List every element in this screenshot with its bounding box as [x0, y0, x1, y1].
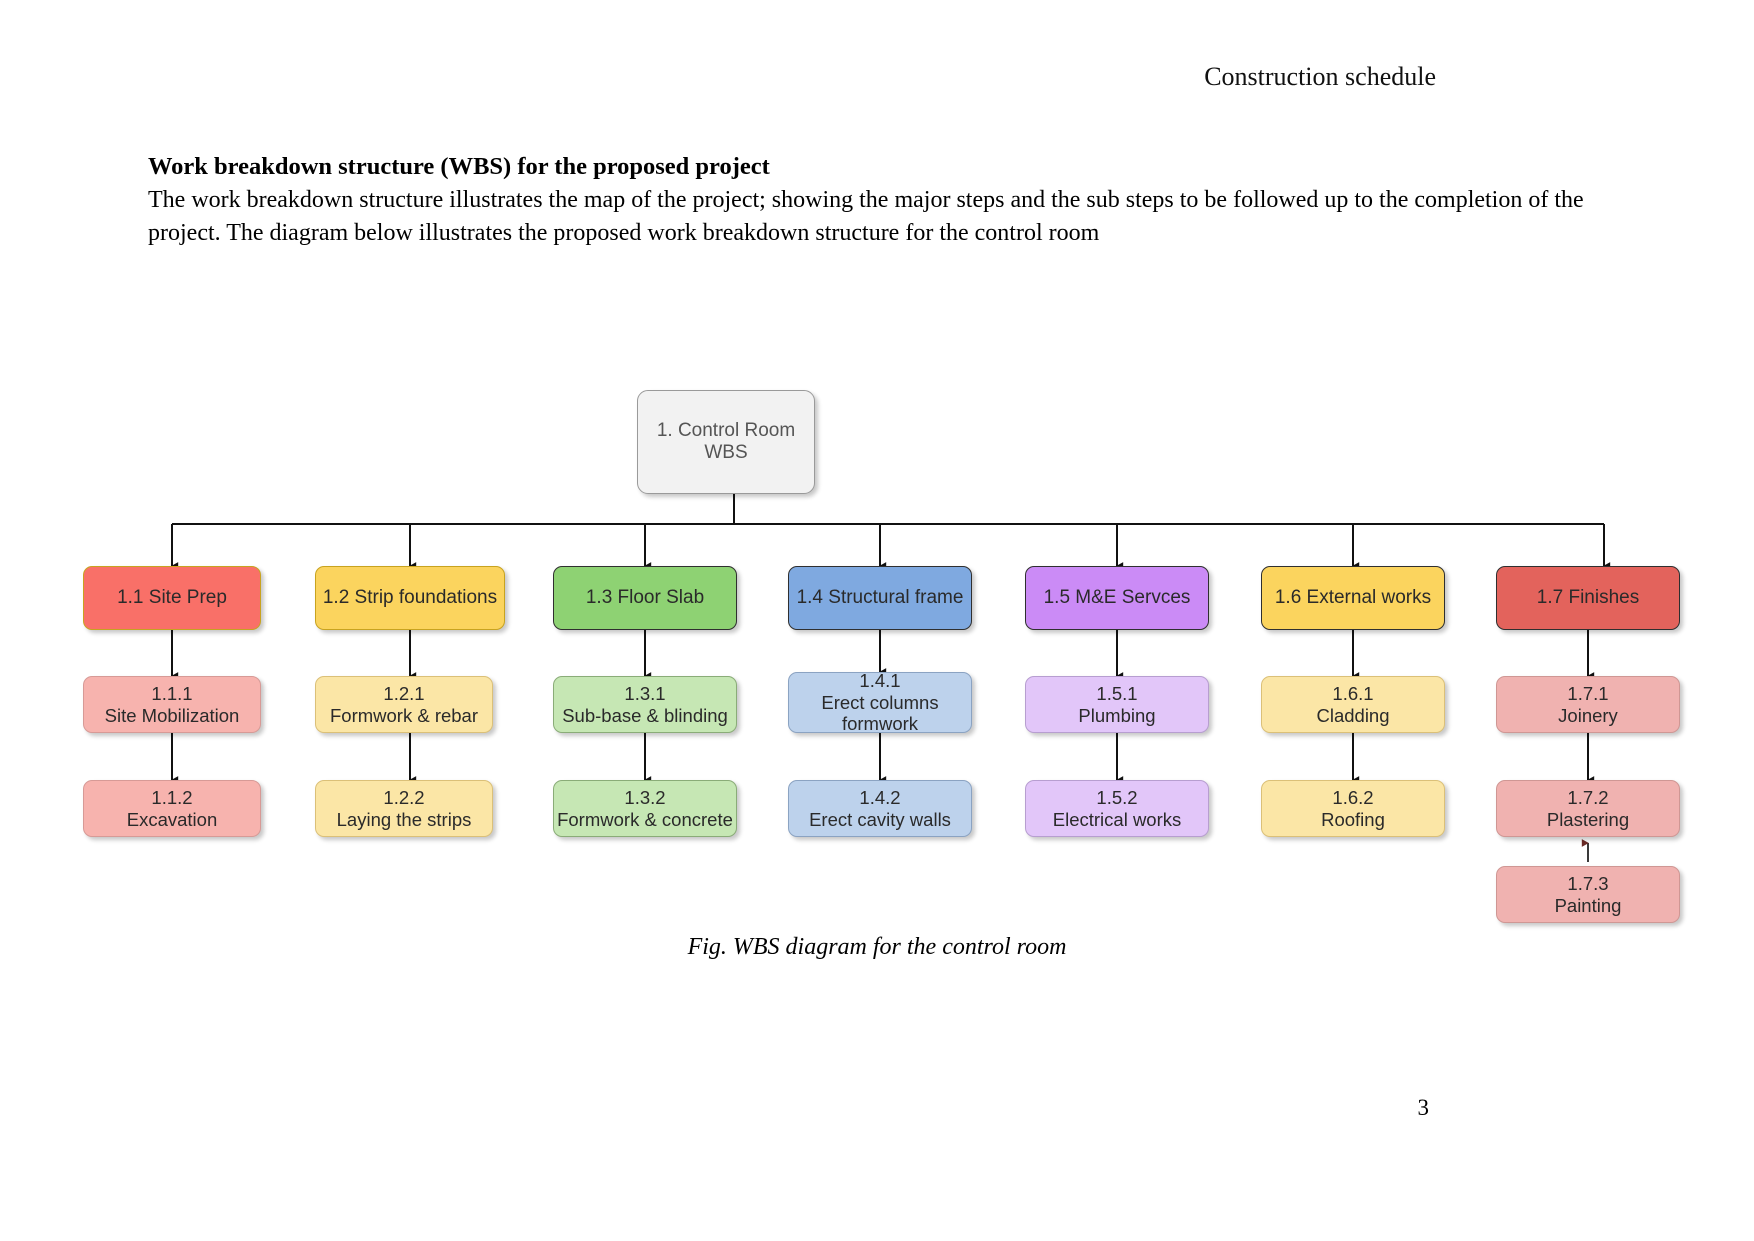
- page-number: 3: [1417, 1095, 1430, 1120]
- node-1-7-1-label: Joinery: [1558, 704, 1618, 726]
- node-1-5-me-services[interactable]: 1.5 M&E Servces: [1025, 566, 1209, 630]
- node-1-1-2-label: Excavation: [126, 808, 218, 830]
- node-1-1-2-excavation[interactable]: 1.1.2 Excavation: [83, 780, 261, 837]
- node-1-1-label: 1.1 Site Prep: [117, 586, 227, 608]
- node-1-3-2-label: Formwork & concrete: [557, 808, 733, 830]
- node-1-3-1-label: Sub-base & blinding: [562, 704, 728, 726]
- node-1-6-2-label: Roofing: [1321, 808, 1385, 830]
- node-1-4-1-code: 1.4.1: [859, 672, 901, 691]
- node-1-5-1-label: Plumbing: [1078, 704, 1156, 726]
- node-1-5-1-code: 1.5.1: [1096, 682, 1138, 704]
- node-1-3-1-sub-base-blinding[interactable]: 1.3.1 Sub-base & blinding: [553, 676, 737, 733]
- node-1-2-1-label: Formwork & rebar: [329, 704, 479, 726]
- node-1-3-2-code: 1.3.2: [624, 786, 666, 808]
- node-1-2-2-label: Laying the strips: [336, 808, 472, 830]
- node-1-3-floor-slab[interactable]: 1.3 Floor Slab: [553, 566, 737, 630]
- node-1-5-label: 1.5 M&E Servces: [1043, 586, 1191, 608]
- node-root-control-room-wbs[interactable]: 1. Control Room WBS: [637, 390, 815, 494]
- node-1-4-label: 1.4 Structural frame: [796, 586, 964, 608]
- node-1-2-2-laying-the-strips[interactable]: 1.2.2 Laying the strips: [315, 780, 493, 837]
- node-1-7-finishes[interactable]: 1.7 Finishes: [1496, 566, 1680, 630]
- node-1-2-strip-foundations[interactable]: 1.2 Strip foundations: [315, 566, 505, 630]
- node-1-7-label: 1.7 Finishes: [1536, 586, 1640, 608]
- node-1-4-2-label: Erect cavity walls: [809, 808, 951, 830]
- node-1-6-1-label: Cladding: [1316, 704, 1390, 726]
- node-root-line1: 1. Control Room: [656, 419, 796, 441]
- node-1-7-3-painting[interactable]: 1.7.3 Painting: [1496, 866, 1680, 923]
- node-1-7-3-label: Painting: [1554, 894, 1622, 916]
- node-1-6-1-cladding[interactable]: 1.6.1 Cladding: [1261, 676, 1445, 733]
- node-1-6-label: 1.6 External works: [1274, 586, 1432, 608]
- node-1-4-1-label: Erect columns: [821, 691, 939, 713]
- root-bus-connectors: [171, 494, 1611, 570]
- node-1-7-2-label: Plastering: [1546, 808, 1630, 830]
- node-1-6-2-roofing[interactable]: 1.6.2 Roofing: [1261, 780, 1445, 837]
- node-1-4-2-erect-cavity-walls[interactable]: 1.4.2 Erect cavity walls: [788, 780, 972, 837]
- node-1-4-structural-frame[interactable]: 1.4 Structural frame: [788, 566, 972, 630]
- node-1-1-site-prep[interactable]: 1.1 Site Prep: [83, 566, 261, 630]
- node-1-2-1-formwork-rebar[interactable]: 1.2.1 Formwork & rebar: [315, 676, 493, 733]
- page-header-title: Construction schedule: [1204, 62, 1436, 91]
- node-root-line2: WBS: [704, 442, 748, 463]
- node-1-5-2-label: Electrical works: [1052, 808, 1182, 830]
- node-1-6-1-code: 1.6.1: [1332, 682, 1374, 704]
- section-paragraph: The work breakdown structure illustrates…: [148, 187, 1584, 246]
- node-1-1-2-code: 1.1.2: [151, 786, 193, 808]
- node-1-5-2-electrical-works[interactable]: 1.5.2 Electrical works: [1025, 780, 1209, 837]
- node-1-7-1-joinery[interactable]: 1.7.1 Joinery: [1496, 676, 1680, 733]
- node-1-1-1-site-mobilization[interactable]: 1.1.1 Site Mobilization: [83, 676, 261, 733]
- node-1-5-1-plumbing[interactable]: 1.5.1 Plumbing: [1025, 676, 1209, 733]
- node-1-3-1-code: 1.3.1: [624, 682, 666, 704]
- node-1-6-external-works[interactable]: 1.6 External works: [1261, 566, 1445, 630]
- intro-text-block: Work breakdown structure (WBS) for the p…: [148, 150, 1603, 250]
- node-1-3-2-formwork-concrete[interactable]: 1.3.2 Formwork & concrete: [553, 780, 737, 837]
- node-1-5-2-code: 1.5.2: [1096, 786, 1138, 808]
- node-1-7-2-code: 1.7.2: [1567, 786, 1609, 808]
- node-1-4-1-erect-columns-formwork[interactable]: 1.4.1 Erect columns formwork: [788, 672, 972, 733]
- node-1-4-1-label-cont: formwork: [841, 713, 919, 733]
- node-1-7-1-code: 1.7.1: [1567, 682, 1609, 704]
- node-1-7-3-code: 1.7.3: [1567, 872, 1609, 894]
- node-1-1-1-label: Site Mobilization: [104, 704, 240, 726]
- section-heading: Work breakdown structure (WBS) for the p…: [148, 153, 770, 180]
- node-1-6-2-code: 1.6.2: [1332, 786, 1374, 808]
- node-1-2-1-code: 1.2.1: [383, 682, 425, 704]
- node-1-3-label: 1.3 Floor Slab: [585, 586, 705, 608]
- figure-caption: Fig. WBS diagram for the control room: [687, 934, 1067, 960]
- node-1-2-2-code: 1.2.2: [383, 786, 425, 808]
- node-1-4-2-code: 1.4.2: [859, 786, 901, 808]
- node-1-7-2-plastering[interactable]: 1.7.2 Plastering: [1496, 780, 1680, 837]
- node-1-1-1-code: 1.1.1: [151, 682, 193, 704]
- node-1-2-label: 1.2 Strip foundations: [322, 586, 498, 608]
